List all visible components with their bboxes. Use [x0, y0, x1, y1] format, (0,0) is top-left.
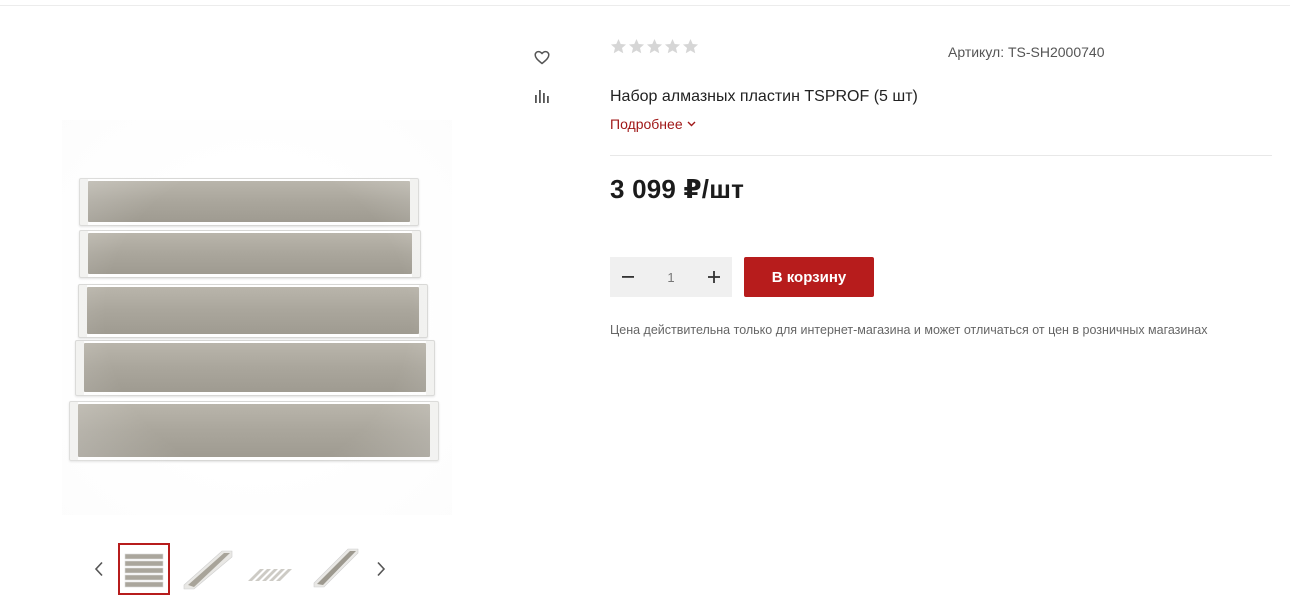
thumbnail-3[interactable]	[246, 543, 298, 595]
product-title: Набор алмазных пластин TSPROF (5 шт)	[610, 88, 918, 105]
plus-icon[interactable]	[696, 257, 732, 297]
chevron-right-icon[interactable]	[368, 556, 394, 582]
quantity-input[interactable]	[646, 258, 696, 296]
star-icon	[646, 39, 663, 54]
product-actions	[530, 45, 554, 108]
bar-chart-icon[interactable]	[530, 84, 554, 108]
star-icon	[664, 39, 681, 54]
star-icon	[628, 39, 645, 54]
add-to-cart-button[interactable]: В корзину	[744, 257, 874, 297]
product-price: 3 099 ₽/шт	[610, 174, 745, 204]
section-divider	[610, 155, 1272, 156]
header-divider	[0, 5, 1290, 6]
thumbnail-4[interactable]	[310, 543, 362, 595]
product-sku: Артикул: TS-SH2000740	[948, 44, 1105, 60]
product-main-image[interactable]	[62, 120, 452, 515]
chevron-down-icon	[687, 121, 696, 127]
price-disclaimer: Цена действительна только для интернет-м…	[610, 323, 1208, 337]
more-details-label: Подробнее	[610, 116, 683, 132]
thumbnail-carousel	[86, 542, 394, 596]
star-icon	[682, 39, 699, 54]
more-details-link[interactable]: Подробнее	[610, 116, 696, 132]
rating-stars	[610, 38, 699, 55]
quantity-stepper	[610, 257, 732, 297]
thumbnail-2[interactable]	[182, 543, 234, 595]
minus-icon[interactable]	[610, 257, 646, 297]
chevron-left-icon[interactable]	[86, 556, 112, 582]
heart-icon[interactable]	[530, 45, 554, 69]
thumbnail-1[interactable]	[118, 543, 170, 595]
product-page: Артикул: TS-SH2000740 Набор алмазных пла…	[0, 0, 1290, 615]
star-icon	[610, 39, 627, 54]
